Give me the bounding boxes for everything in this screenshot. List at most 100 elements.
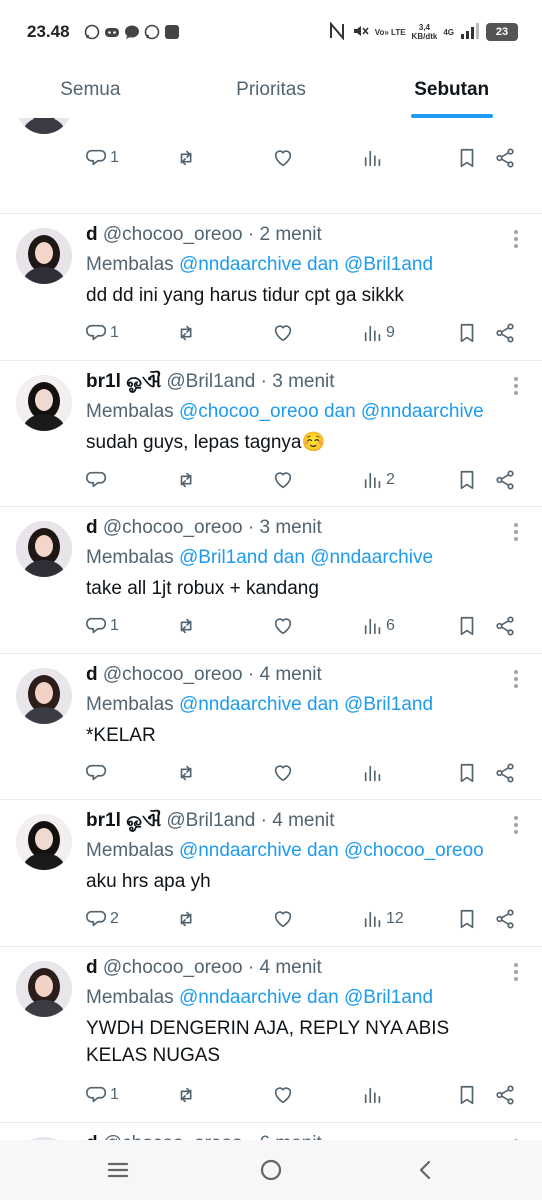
display-name[interactable]: d bbox=[86, 224, 98, 245]
reply-button[interactable]: 1 bbox=[86, 147, 119, 169]
share-button[interactable] bbox=[494, 469, 516, 491]
retweet-button[interactable] bbox=[176, 322, 198, 344]
reply-button[interactable] bbox=[86, 469, 110, 491]
mention-link[interactable]: @nndaarchive bbox=[361, 401, 484, 422]
like-button[interactable] bbox=[272, 322, 294, 344]
retweet-button[interactable] bbox=[176, 615, 198, 637]
tweet-actions bbox=[86, 762, 520, 786]
share-button[interactable] bbox=[494, 762, 516, 784]
bookmark-button[interactable] bbox=[456, 615, 478, 637]
avatar[interactable] bbox=[16, 521, 72, 577]
tweet-item[interactable]: Membalas @nndaarchive dan @Bril1andNUGAS… bbox=[0, 118, 542, 214]
tweet-item[interactable]: d @chocoo_oreoo · 4 menit Membalas @nndaa… bbox=[0, 947, 542, 1123]
display-name[interactable]: br1l ஓଐ bbox=[86, 810, 161, 831]
separator-dot: · bbox=[242, 517, 260, 538]
reply-button[interactable] bbox=[86, 762, 110, 784]
reply-button[interactable]: 1 bbox=[86, 1084, 119, 1106]
retweet-button[interactable] bbox=[176, 1084, 198, 1106]
views-button[interactable] bbox=[362, 1084, 386, 1106]
like-button[interactable] bbox=[272, 147, 294, 169]
tweet-item[interactable]: br1l ஓଐ @Bril1and · 3 menit Membalas @cho… bbox=[0, 361, 542, 507]
display-name[interactable]: d bbox=[86, 517, 98, 538]
user-handle[interactable]: @chocoo_oreoo bbox=[103, 957, 243, 978]
retweet-button[interactable] bbox=[176, 469, 198, 491]
views-button[interactable]: 2 bbox=[362, 469, 395, 491]
mention-link[interactable]: @nndaarchive bbox=[179, 694, 302, 715]
share-button[interactable] bbox=[494, 908, 516, 930]
views-button[interactable]: 9 bbox=[362, 322, 395, 344]
retweet-button[interactable] bbox=[176, 147, 198, 169]
reply-button[interactable]: 1 bbox=[86, 615, 119, 637]
mention-link[interactable]: @Bril1and bbox=[344, 254, 433, 275]
avatar[interactable] bbox=[16, 375, 72, 431]
more-vertical-icon[interactable] bbox=[514, 377, 518, 398]
avatar[interactable] bbox=[16, 118, 72, 134]
like-button[interactable] bbox=[272, 762, 294, 784]
tab-sebutan[interactable]: Sebutan bbox=[361, 64, 542, 118]
avatar[interactable] bbox=[16, 814, 72, 870]
bookmark-button[interactable] bbox=[456, 762, 478, 784]
reply-button[interactable]: 1 bbox=[86, 322, 119, 344]
bookmark-button[interactable] bbox=[456, 147, 478, 169]
home-icon[interactable] bbox=[259, 1158, 283, 1187]
avatar[interactable] bbox=[16, 961, 72, 1017]
tweet-item[interactable]: d @chocoo_oreoo · 2 menit Membalas @nndaa… bbox=[0, 214, 542, 361]
user-handle[interactable]: @chocoo_oreoo bbox=[103, 224, 243, 245]
bookmark-button[interactable] bbox=[456, 908, 478, 930]
tweet-item[interactable]: d @chocoo_oreoo · 3 menit Membalas @Bril1… bbox=[0, 507, 542, 654]
mention-link[interactable]: @nndaarchive bbox=[179, 987, 302, 1008]
avatar[interactable] bbox=[16, 668, 72, 724]
share-button[interactable] bbox=[494, 1084, 516, 1106]
views-button[interactable] bbox=[362, 147, 386, 169]
display-name[interactable]: d bbox=[86, 957, 98, 978]
mention-link[interactable]: @Bril1and bbox=[344, 987, 433, 1008]
reply-button[interactable]: 2 bbox=[86, 908, 119, 930]
more-vertical-icon[interactable] bbox=[514, 963, 518, 984]
tweet-item[interactable]: d @chocoo_oreoo · 6 menit bbox=[0, 1123, 542, 1140]
mention-link[interactable]: @nndaarchive bbox=[179, 254, 302, 275]
retweet-button[interactable] bbox=[176, 908, 198, 930]
mention-link[interactable]: @chocoo_oreoo bbox=[179, 401, 319, 422]
retweet-button[interactable] bbox=[176, 762, 198, 784]
share-button[interactable] bbox=[494, 147, 516, 169]
tab-prioritas[interactable]: Prioritas bbox=[181, 64, 362, 118]
like-button[interactable] bbox=[272, 908, 294, 930]
more-vertical-icon[interactable] bbox=[514, 230, 518, 251]
mention-link[interactable]: @Bril1and bbox=[344, 694, 433, 715]
tweet-item[interactable]: d @chocoo_oreoo · 4 menit Membalas @nndaa… bbox=[0, 654, 542, 800]
mention-link[interactable]: @nndaarchive bbox=[310, 547, 433, 568]
recents-icon[interactable] bbox=[106, 1158, 130, 1187]
notification-tabs: Semua Prioritas Sebutan bbox=[0, 64, 542, 118]
avatar[interactable] bbox=[16, 228, 72, 284]
bookmark-button[interactable] bbox=[456, 322, 478, 344]
views-icon bbox=[364, 472, 381, 489]
like-button[interactable] bbox=[272, 469, 294, 491]
like-button[interactable] bbox=[272, 1084, 294, 1106]
like-button[interactable] bbox=[272, 615, 294, 637]
display-name[interactable]: d bbox=[86, 1133, 98, 1140]
mention-link[interactable]: @chocoo_oreoo bbox=[344, 840, 484, 861]
tweet-item[interactable]: br1l ஓଐ @Bril1and · 4 menit Membalas @nnd… bbox=[0, 800, 542, 947]
user-handle[interactable]: @chocoo_oreoo bbox=[103, 664, 243, 685]
bookmark-button[interactable] bbox=[456, 469, 478, 491]
more-vertical-icon[interactable] bbox=[514, 523, 518, 544]
display-name[interactable]: br1l ஓଐ bbox=[86, 371, 161, 392]
user-handle[interactable]: @Bril1and bbox=[166, 810, 255, 831]
more-vertical-icon[interactable] bbox=[514, 816, 518, 837]
user-handle[interactable]: @chocoo_oreoo bbox=[103, 1133, 243, 1140]
bookmark-button[interactable] bbox=[456, 1084, 478, 1106]
user-handle[interactable]: @Bril1and bbox=[166, 371, 255, 392]
share-button[interactable] bbox=[494, 322, 516, 344]
views-button[interactable]: 6 bbox=[362, 615, 395, 637]
back-icon[interactable] bbox=[414, 1158, 438, 1187]
views-button[interactable] bbox=[362, 762, 386, 784]
mention-link[interactable]: @Bril1and bbox=[179, 547, 268, 568]
user-handle[interactable]: @chocoo_oreoo bbox=[103, 517, 243, 538]
more-vertical-icon[interactable] bbox=[514, 670, 518, 691]
mention-link[interactable]: @nndaarchive bbox=[179, 840, 302, 861]
share-button[interactable] bbox=[494, 615, 516, 637]
bookmark-icon bbox=[460, 1085, 474, 1105]
views-button[interactable]: 12 bbox=[362, 908, 404, 930]
tab-semua[interactable]: Semua bbox=[0, 64, 181, 118]
display-name[interactable]: d bbox=[86, 664, 98, 685]
